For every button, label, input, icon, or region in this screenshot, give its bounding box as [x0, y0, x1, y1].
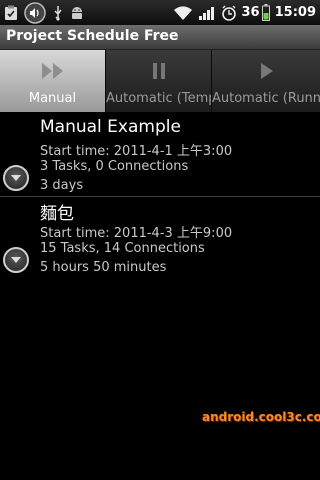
project-name: 麵包 [40, 204, 74, 224]
list-item[interactable]: 麵包 Start time: 2011-4-3 上午9:00 15 Tasks,… [0, 197, 320, 279]
project-duration: 5 hours 50 minutes [40, 260, 167, 275]
project-duration: 3 days [40, 178, 84, 193]
expand-button[interactable] [3, 247, 29, 273]
tab-bar: Manual Automatic (Temp Automatic (Runni [0, 50, 320, 112]
wifi-icon [173, 5, 193, 21]
expand-button[interactable] [3, 165, 29, 191]
project-name: Manual Example [40, 117, 181, 137]
project-start-time: Start time: 2011-4-1 上午3:00 [40, 144, 233, 159]
status-bar: 36 15:09 [0, 0, 320, 25]
tab-label: Automatic (Temp [106, 91, 211, 106]
android-debug-icon [70, 5, 84, 21]
project-start-time: Start time: 2011-4-3 上午9:00 [40, 226, 233, 241]
title-bar: Project Schedule Free [0, 25, 320, 50]
chevron-down-icon [11, 257, 21, 263]
project-list: Manual Example Start time: 2011-4-1 上午3:… [0, 114, 320, 279]
tab-automatic-temp[interactable]: Automatic (Temp [106, 50, 212, 112]
clock: 15:09 [274, 5, 316, 20]
tab-label: Manual [28, 91, 77, 106]
sound-icon [24, 1, 46, 24]
tab-label: Automatic (Runni [212, 91, 320, 106]
watermark: android.cool3c.com [202, 410, 320, 424]
chevron-down-icon [11, 175, 21, 181]
project-summary: 15 Tasks, 14 Connections [40, 241, 205, 256]
project-summary: 3 Tasks, 0 Connections [40, 159, 189, 174]
clipboard-check-icon [4, 5, 18, 21]
usb-icon [52, 5, 64, 21]
play-icon [212, 60, 320, 82]
signal-icon [198, 5, 216, 21]
list-item[interactable]: Manual Example Start time: 2011-4-1 上午3:… [0, 114, 320, 196]
battery-percent: 36 [241, 5, 260, 20]
pause-icon [106, 60, 211, 82]
tab-manual[interactable]: Manual [0, 50, 106, 112]
app-title: Project Schedule Free [6, 28, 179, 44]
alarm-icon [221, 5, 237, 21]
battery-icon [261, 4, 270, 21]
tab-automatic-running[interactable]: Automatic (Runni [212, 50, 320, 112]
fast-forward-icon [0, 60, 105, 82]
